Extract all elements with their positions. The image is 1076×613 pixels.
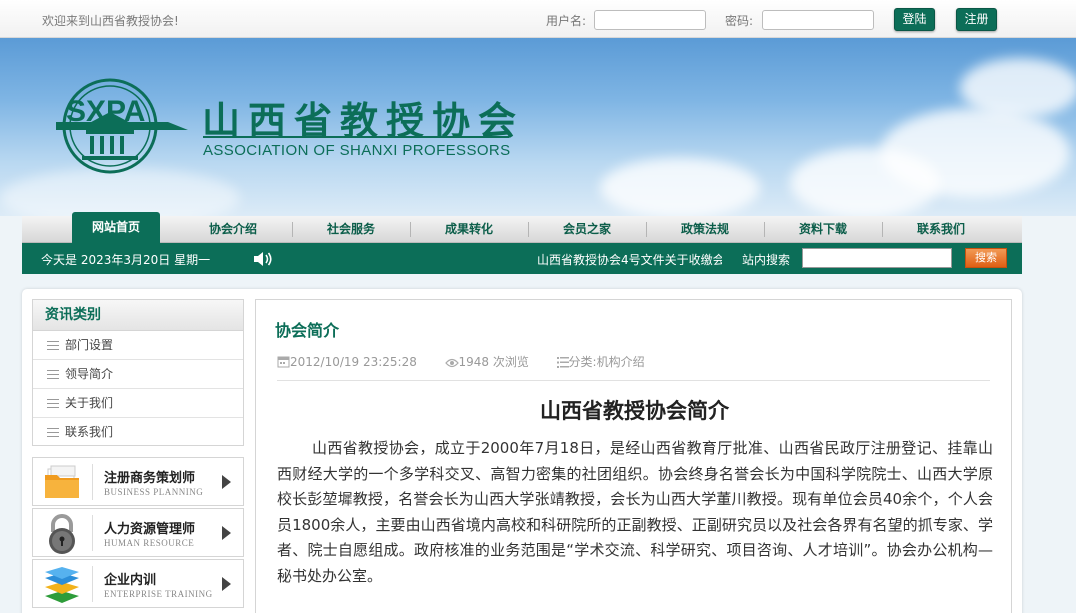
service-subtitle: ENTERPRISE TRAINING [104,589,213,599]
nav-item-services[interactable]: 社会服务 [292,216,410,243]
layers-icon [43,565,81,603]
folder-icon [43,463,81,501]
chevron-right-icon [222,526,231,540]
header-banner: SXPA 山西省教授协会 ASSOCIATION OF SHANXI PROFE… [0,38,1076,216]
nav-item-achievements[interactable]: 成果转化 [410,216,528,243]
service-business-planning[interactable]: 注册商务策划师 BUSINESS PLANNING [32,457,244,506]
current-date: 今天是 2023年3月20日 星期一 [41,253,211,267]
speaker-icon[interactable] [253,251,273,270]
login-button[interactable]: 登陆 [894,8,935,31]
main-nav: 网站首页 协会介绍 社会服务 成果转化 会员之家 政策法规 资料下载 联系我们 [22,212,1022,243]
padlock-icon [43,514,81,554]
article-views: 1948 次浏览 [458,355,529,369]
nav-item-policies[interactable]: 政策法规 [646,216,764,243]
service-title: 人力资源管理师 [104,522,196,537]
info-bar: 今天是 2023年3月20日 星期一 山西省教授协会4号文件关于收缴会 站内搜索… [22,243,1022,274]
list-icon [47,341,59,350]
nav-item-downloads[interactable]: 资料下载 [764,216,882,243]
article-category[interactable]: 分类:机构介绍 [569,355,645,369]
register-button[interactable]: 注册 [956,8,997,31]
calendar-icon [277,355,290,371]
nav-item-about[interactable]: 协会介绍 [174,216,292,243]
username-input[interactable] [594,10,706,30]
chevron-right-icon [222,475,231,489]
password-label: 密码: [725,14,754,28]
sxpa-logo: SXPA [52,78,190,177]
meta-divider [277,380,990,381]
category-item-label: 部门设置 [65,338,114,352]
welcome-text: 欢迎来到山西省教授协会! [42,14,179,28]
site-subtitle: ASSOCIATION OF SHANXI PROFESSORS [203,142,511,159]
service-title: 注册商务策划师 [104,471,196,486]
category-item-contact[interactable]: 联系我们 [33,418,243,447]
service-subtitle: BUSINESS PLANNING [104,487,204,497]
news-ticker[interactable]: 山西省教授协会4号文件关于收缴会 [537,251,722,268]
category-item-leaders[interactable]: 领导简介 [33,360,243,389]
nav-item-members[interactable]: 会员之家 [528,216,646,243]
article-datetime: 2012/10/19 23:25:28 [290,355,417,369]
service-human-resource[interactable]: 人力资源管理师 HUMAN RESOURCE [32,508,244,557]
site-search-label: 站内搜索 [742,253,791,267]
chevron-right-icon [222,577,231,591]
title-divider [203,136,509,138]
service-title: 企业内训 [104,573,157,588]
sxpa-logo-icon: SXPA [56,78,188,174]
section-heading: 协会简介 [275,321,340,340]
list-icon [47,428,59,437]
list-icon [47,370,59,379]
article-body: 山西省教授协会，成立于2000年7月18日，是经山西省教育厅批准、山西省民政厅注… [277,439,993,585]
service-enterprise-training[interactable]: 企业内训 ENTERPRISE TRAINING [32,559,244,608]
category-item-label: 领导简介 [65,367,114,381]
nav-item-contact[interactable]: 联系我们 [882,216,1000,243]
service-subtitle: HUMAN RESOURCE [104,538,195,548]
category-item-departments[interactable]: 部门设置 [33,331,243,360]
username-label: 用户名: [546,14,587,28]
article-panel: 协会简介 2012/10/19 23:25:28 1948 次浏览 分类:机构介… [255,299,1012,613]
category-item-label: 关于我们 [65,396,114,410]
article-meta: 2012/10/19 23:25:28 1948 次浏览 分类:机构介绍 [277,353,645,371]
category-heading: 资讯类别 [33,300,243,331]
password-input[interactable] [762,10,874,30]
category-box: 资讯类别 部门设置 领导简介 关于我们 联系我们 [32,299,244,446]
list-icon [47,399,59,408]
eye-icon [444,357,459,371]
category-item-label: 联系我们 [65,425,114,439]
top-bar: 欢迎来到山西省教授协会! 用户名: 密码: 登陆 注册 [0,0,1076,38]
list-icon [556,357,569,371]
category-item-about[interactable]: 关于我们 [33,389,243,418]
logo-text: SXPA [66,95,145,128]
search-button[interactable]: 搜索 [965,248,1007,268]
site-search-input[interactable] [802,248,952,268]
nav-item-home[interactable]: 网站首页 [72,212,160,243]
article-title: 山西省教授协会简介 [540,399,729,423]
